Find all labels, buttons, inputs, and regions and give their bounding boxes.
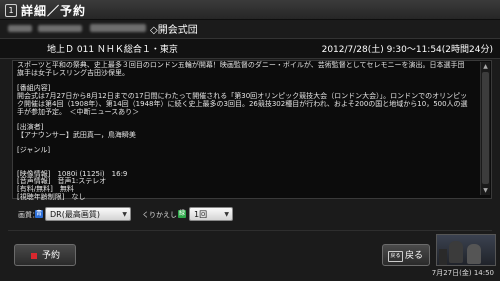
blue-key-badge: 青 (35, 210, 43, 218)
thumbnail-figure (439, 249, 447, 265)
thumbnail-figure (467, 244, 481, 264)
scroll-thumb[interactable] (482, 72, 489, 184)
window-title: 詳細／予約 (21, 4, 87, 18)
program-title-row (0, 20, 500, 36)
blurred-text (90, 24, 146, 32)
repeat-select[interactable]: 1回 ▼ (189, 207, 233, 221)
green-key-badge: 緑 (178, 210, 186, 218)
back-button[interactable]: 戻る 戻る (382, 244, 430, 266)
quality-select-value: DR(最高画質) (50, 210, 100, 219)
thumbnail-figure (449, 241, 463, 263)
back-button-label: 戻る (405, 251, 424, 261)
broadcast-datetime: 2012/7/28(土) 9:30～11:54(2時間24分) (321, 45, 493, 55)
chevron-down-icon: ▼ (122, 211, 127, 218)
chevron-down-icon: ▼ (224, 211, 229, 218)
description-panel[interactable]: スポーツと平和の祭典、史上最多３回目のロンドン五輪が開幕！映画監督のダニー・ボイ… (12, 60, 492, 201)
description-text: スポーツと平和の祭典、史上最多３回目のロンドン五輪が開幕！映画監督のダニー・ボイ… (17, 61, 468, 201)
screen-number-badge: 1 (5, 4, 17, 17)
red-key-icon (31, 253, 37, 259)
current-time: 7月27日(金) 14:50 (431, 269, 494, 277)
title-bar: 1 詳細／予約 (0, 0, 500, 20)
divider (8, 230, 492, 231)
program-title: ◇開会式団 (150, 25, 198, 36)
blurred-text (8, 25, 32, 32)
scroll-up-arrow-icon[interactable]: ▲ (482, 63, 489, 70)
channel-label: 地上Ｄ 011 ＮＨＫ総合１・東京 (47, 45, 178, 55)
reserve-button-label: 予約 (42, 251, 61, 261)
scrollbar[interactable]: ▲ ▼ (480, 62, 490, 195)
repeat-select-value: 1回 (194, 210, 208, 219)
back-key-icon: 戻る (388, 251, 403, 262)
blurred-text (38, 25, 82, 32)
scroll-down-arrow-icon[interactable]: ▼ (482, 187, 489, 194)
reserve-button[interactable]: 予約 (14, 244, 76, 266)
quality-select[interactable]: DR(最高画質) ▼ (45, 207, 131, 221)
live-tv-thumbnail (436, 234, 496, 266)
